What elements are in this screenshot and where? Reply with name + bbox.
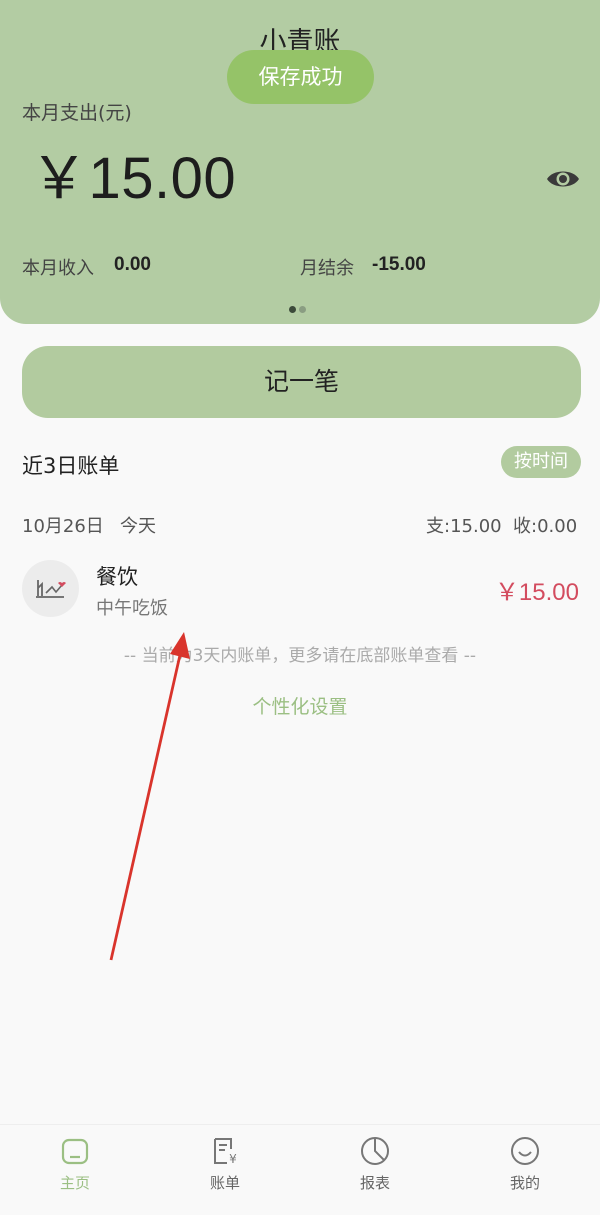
header-panel: 小青账 本月支出(元) ￥15.00 本月收入 0.00 月结余 -15.00 xyxy=(0,0,600,324)
monthly-balance-label: 月结余 xyxy=(300,258,354,279)
page-dot-active xyxy=(289,306,296,313)
tab-bill[interactable]: ¥ 账单 xyxy=(175,1135,275,1193)
dining-icon xyxy=(22,560,79,617)
save-success-toast: 保存成功 xyxy=(227,50,374,104)
tab-profile[interactable]: 我的 xyxy=(475,1135,575,1193)
tab-report[interactable]: 报表 xyxy=(325,1135,425,1193)
entry-amount[interactable]: ￥15.00 xyxy=(495,572,579,607)
bill-day-label: 今天 xyxy=(120,516,156,537)
tab-home-label: 主页 xyxy=(59,1174,90,1192)
home-icon xyxy=(61,1138,89,1165)
monthly-expense-amount: ￥15.00 xyxy=(30,146,237,211)
monthly-income-value: 0.00 xyxy=(114,254,151,275)
page-dot xyxy=(299,306,306,313)
bottom-tab-bar: 主页 ¥ 账单 报表 我的 xyxy=(0,1124,600,1215)
monthly-expense-label: 本月支出(元) xyxy=(22,102,132,124)
tab-profile-label: 我的 xyxy=(509,1174,540,1192)
day-income-total: 收:0.00 xyxy=(513,516,578,537)
profile-icon xyxy=(511,1137,539,1165)
entry-note: 中午吃饭 xyxy=(96,598,168,619)
bill-date: 10月26日 xyxy=(22,516,104,537)
record-entry-button[interactable]: 记一笔 xyxy=(22,346,581,418)
svg-text:¥: ¥ xyxy=(229,1152,237,1166)
tab-home[interactable]: 主页 xyxy=(25,1135,125,1193)
page-indicator xyxy=(289,298,309,317)
sort-by-time-button[interactable]: 按时间 xyxy=(501,446,581,478)
personalize-settings-link[interactable]: 个性化设置 xyxy=(0,692,600,719)
monthly-income-label: 本月收入 xyxy=(22,258,94,279)
entry-category: 餐饮 xyxy=(96,565,138,589)
tab-bill-label: 账单 xyxy=(209,1174,240,1192)
bill-icon: ¥ xyxy=(214,1138,237,1166)
tab-report-label: 报表 xyxy=(359,1174,390,1192)
bill-range-hint: -- 当前为3天内账单，更多请在底部账单查看 -- xyxy=(123,646,477,666)
monthly-balance-value: -15.00 xyxy=(372,254,426,275)
chart-icon xyxy=(361,1137,389,1165)
day-expense-total: 支:15.00 xyxy=(426,516,502,537)
eye-icon[interactable] xyxy=(545,164,581,194)
recent-bills-title: 近3日账单 xyxy=(22,454,120,478)
